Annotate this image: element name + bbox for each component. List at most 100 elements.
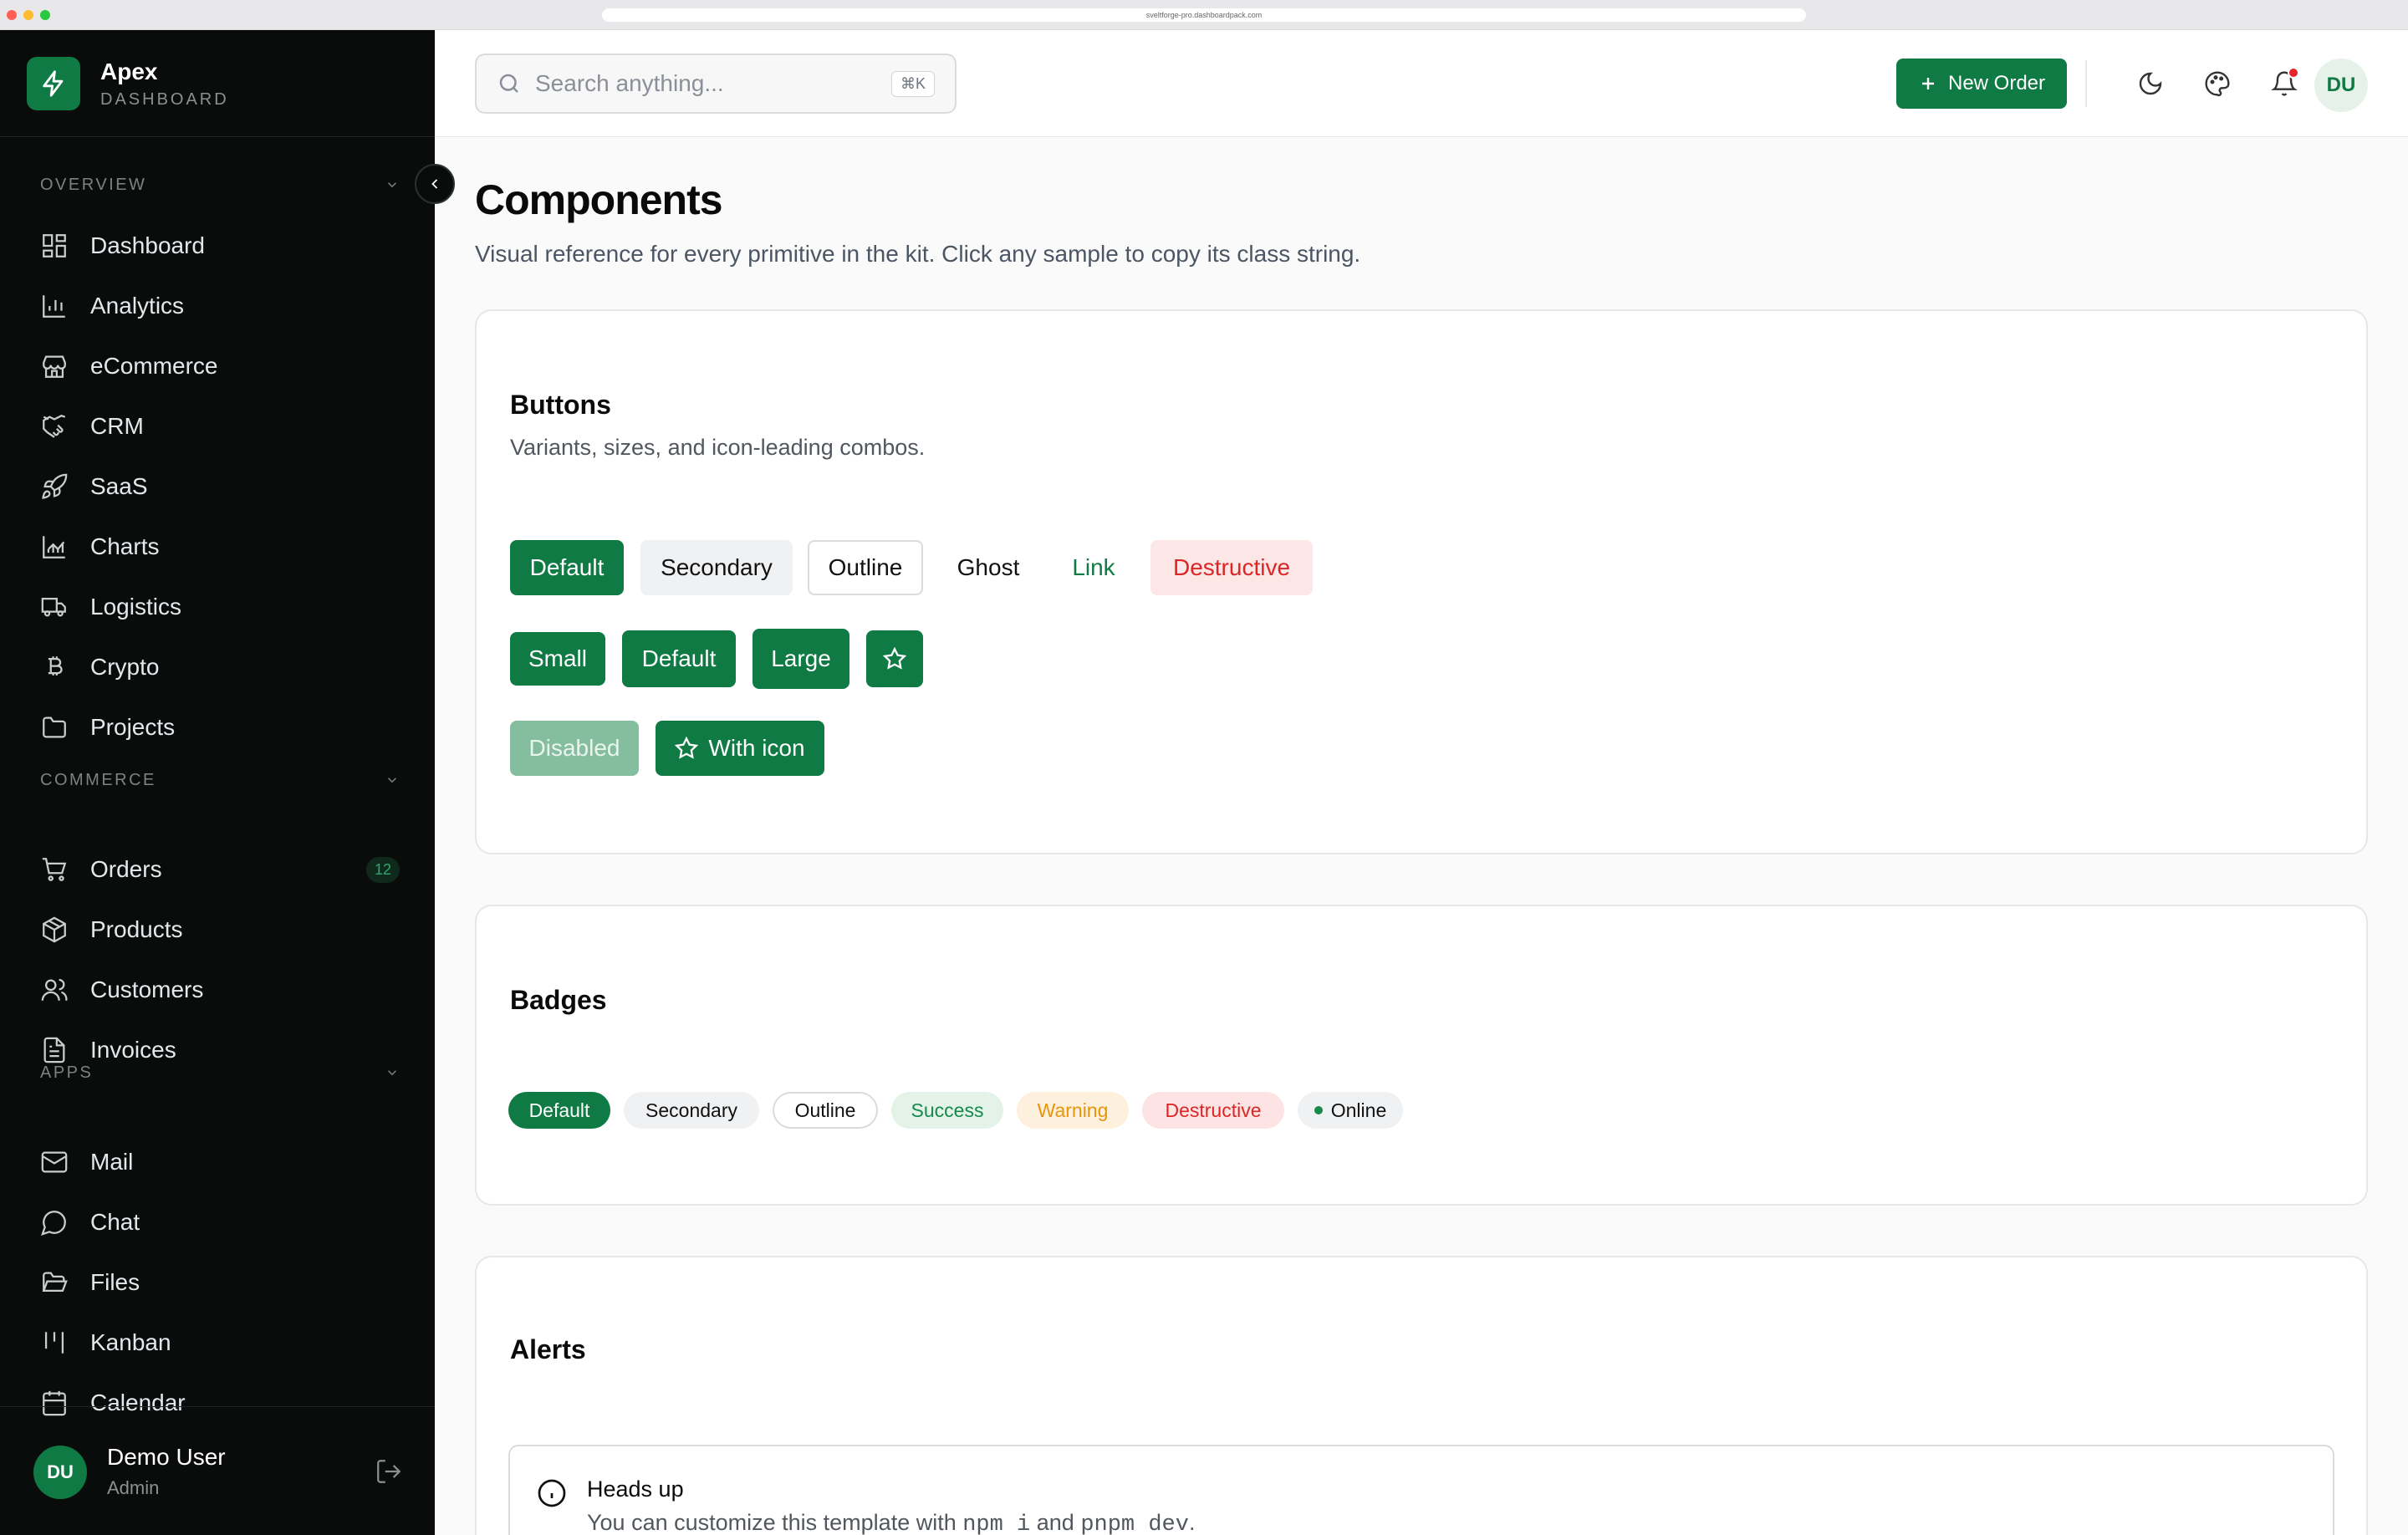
- ghost-button[interactable]: Ghost: [940, 540, 1037, 595]
- destructive-button[interactable]: Destructive: [1150, 540, 1313, 595]
- avatar[interactable]: DU: [33, 1446, 87, 1499]
- notifications-button[interactable]: [2264, 64, 2304, 104]
- sidebar-item-chat[interactable]: Chat: [40, 1201, 400, 1244]
- truck-icon: [41, 597, 66, 617]
- card-description: Variants, sizes, and icon-leading combos…: [510, 435, 926, 460]
- section-commerce[interactable]: COMMERCE: [40, 768, 400, 793]
- sidebar-item-label: Dashboard: [90, 232, 205, 258]
- section-label: COMMERCE: [40, 770, 156, 789]
- default-size-button[interactable]: Default: [622, 630, 736, 687]
- maximize-window-button[interactable]: [40, 10, 50, 20]
- handshake-icon: [43, 415, 66, 438]
- brand-subtitle: DASHBOARD: [100, 90, 229, 109]
- secondary-button[interactable]: Secondary: [640, 540, 793, 595]
- sidebar-item-label: Mail: [90, 1149, 134, 1175]
- bolt-icon[interactable]: [27, 57, 80, 110]
- sidebar-item-logistics[interactable]: Logistics: [40, 585, 400, 629]
- folder-open-icon: [42, 1272, 68, 1293]
- logout-icon[interactable]: [375, 1457, 403, 1486]
- page-title: Components: [475, 176, 723, 223]
- outline-button[interactable]: Outline: [808, 540, 923, 595]
- url-bar[interactable]: sveltforge-pro.dashboardpack.com: [602, 8, 1806, 22]
- sidebar-item-products[interactable]: Products: [40, 908, 400, 951]
- default-button[interactable]: Default: [510, 540, 624, 595]
- sidebar-item-ecommerce[interactable]: eCommerce: [40, 344, 400, 388]
- notification-dot: [2288, 67, 2299, 79]
- sidebar-user[interactable]: DU Demo User Admin: [0, 1406, 435, 1535]
- badge-secondary: Secondary: [624, 1092, 759, 1129]
- sidebar-item-analytics[interactable]: Analytics: [40, 284, 400, 328]
- sidebar-item-label: Projects: [90, 714, 176, 740]
- user-role: Admin: [107, 1477, 160, 1498]
- sidebar-item-label: Customers: [90, 977, 204, 1002]
- card-title: Buttons: [510, 390, 611, 420]
- alert-text: and: [1030, 1510, 1081, 1535]
- sidebar-item-label: Logistics: [90, 594, 181, 620]
- search-icon: [499, 74, 518, 93]
- sidebar-item-label: Orders: [90, 856, 162, 882]
- link-button[interactable]: Link: [1052, 540, 1135, 595]
- sidebar-item-orders[interactable]: Orders 12: [40, 848, 400, 891]
- sidebar-item-mail[interactable]: Mail: [40, 1140, 400, 1184]
- sidebar-item-label: Products: [90, 916, 183, 942]
- sidebar-item-label: eCommerce: [90, 353, 218, 379]
- avatar[interactable]: DU: [2314, 59, 2368, 112]
- with-icon-button[interactable]: With icon: [656, 721, 824, 776]
- divider: [2085, 60, 2087, 107]
- theme-toggle-button[interactable]: [2130, 64, 2171, 104]
- sidebar-item-label: CRM: [90, 413, 144, 439]
- sidebar-item-label: Analytics: [90, 293, 185, 319]
- sidebar-collapse-button[interactable]: [415, 164, 455, 204]
- sidebar-item-projects[interactable]: Projects: [40, 706, 400, 749]
- badge-online: Online: [1298, 1092, 1403, 1129]
- badge-default: Default: [508, 1092, 610, 1129]
- sidebar-item-label: Kanban: [90, 1329, 171, 1355]
- section-label: APPS: [40, 1063, 94, 1082]
- card-title: Alerts: [510, 1334, 586, 1364]
- moon-icon: [2139, 72, 2162, 95]
- alert-info: Heads up You can customize this template…: [508, 1445, 2334, 1535]
- sidebar-item-label: Crypto: [90, 654, 160, 680]
- orders-count-badge: 12: [365, 856, 400, 883]
- cart-icon: [42, 858, 67, 881]
- sidebar-item-crypto[interactable]: Crypto: [40, 645, 400, 689]
- section-apps[interactable]: APPS: [40, 1060, 400, 1085]
- chevron-down-icon: [387, 182, 397, 188]
- sidebar-item-customers[interactable]: Customers: [40, 968, 400, 1012]
- alert-text: You can customize this template with: [587, 1510, 963, 1535]
- sidebar-item-label: Charts: [90, 533, 160, 559]
- rocket-icon: [42, 473, 68, 499]
- alert-description: You can customize this template with npm…: [587, 1510, 1195, 1535]
- sidebar: Apex DASHBOARD OVERVIEW Dashboard Analyt…: [0, 30, 435, 1535]
- large-button[interactable]: Large: [752, 629, 849, 689]
- plus-icon: [1921, 78, 1934, 89]
- small-button[interactable]: Small: [510, 632, 605, 686]
- card-title: Badges: [510, 985, 607, 1015]
- section-overview[interactable]: OVERVIEW: [40, 172, 400, 197]
- close-window-button[interactable]: [7, 10, 17, 20]
- user-name: Demo User: [107, 1444, 226, 1470]
- search-shortcut: ⌘K: [890, 70, 935, 97]
- minimize-window-button[interactable]: [23, 10, 33, 20]
- sidebar-item-dashboard[interactable]: Dashboard: [40, 224, 400, 268]
- alert-text: .: [1188, 1510, 1196, 1535]
- sidebar-item-label: Files: [90, 1269, 140, 1295]
- sidebar-item-saas[interactable]: SaaS: [40, 465, 400, 508]
- brand: Apex DASHBOARD: [0, 30, 435, 137]
- disabled-button: Disabled: [510, 721, 639, 776]
- palette-button[interactable]: [2197, 64, 2237, 104]
- sidebar-item-charts[interactable]: Charts: [40, 525, 400, 569]
- sidebar-item-kanban[interactable]: Kanban: [40, 1321, 400, 1364]
- users-icon: [41, 978, 68, 1001]
- sidebar-item-files[interactable]: Files: [40, 1261, 400, 1304]
- online-dot: [1314, 1106, 1323, 1114]
- search-input[interactable]: Search anything... ⌘K: [475, 54, 957, 114]
- badge-destructive: Destructive: [1142, 1092, 1284, 1129]
- browser-chrome: sveltforge-pro.dashboardpack.com: [0, 0, 2408, 30]
- icon-button[interactable]: [866, 630, 923, 687]
- badge-outline: Outline: [773, 1092, 878, 1129]
- badge-warning: Warning: [1017, 1092, 1129, 1129]
- sidebar-item-crm[interactable]: CRM: [40, 405, 400, 448]
- area-chart-icon: [43, 536, 65, 558]
- new-order-button[interactable]: New Order: [1896, 59, 2067, 109]
